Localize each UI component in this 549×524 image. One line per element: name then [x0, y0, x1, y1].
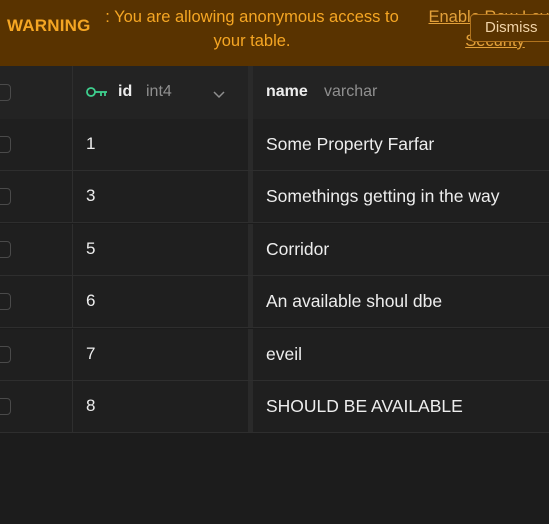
cell-id-value: 5: [86, 239, 96, 258]
cell-id-value: 8: [86, 396, 96, 415]
cell-id[interactable]: 6: [73, 276, 249, 327]
cell-id[interactable]: 5: [73, 224, 249, 275]
chevron-down-icon[interactable]: [213, 86, 225, 104]
cell-name[interactable]: Corridor: [253, 224, 549, 275]
cell-name[interactable]: SHOULD BE AVAILABLE: [253, 381, 549, 432]
cell-id-value: 1: [86, 134, 96, 153]
column-name-id: id: [118, 83, 133, 100]
table-row[interactable]: 7 eveil: [0, 329, 549, 381]
row-select-cell: [0, 329, 73, 380]
cell-name-value: eveil: [266, 344, 302, 364]
row-checkbox[interactable]: [0, 346, 11, 363]
row-select-cell: [0, 381, 73, 432]
table-row[interactable]: 8 SHOULD BE AVAILABLE: [0, 381, 549, 433]
table-row[interactable]: 1 Some Property Farfar: [0, 119, 549, 171]
cell-id-value: 7: [86, 344, 96, 363]
cell-id-value: 3: [86, 186, 96, 205]
cell-name[interactable]: eveil: [253, 329, 549, 380]
row-select-cell: [0, 224, 73, 275]
row-checkbox[interactable]: [0, 398, 11, 415]
column-type-name: varchar: [324, 83, 378, 100]
primary-key-icon: [86, 85, 108, 103]
select-all-checkbox[interactable]: [0, 84, 11, 101]
cell-name[interactable]: An available shoul dbe: [253, 276, 549, 327]
cell-name-value: Some Property Farfar: [266, 134, 435, 154]
cell-name-value: Corridor: [266, 239, 330, 259]
column-name-name: name: [266, 83, 308, 100]
row-select-cell: [0, 119, 73, 170]
row-checkbox[interactable]: [0, 136, 11, 153]
row-select-cell: [0, 171, 73, 222]
table-row[interactable]: 5 Corridor: [0, 224, 549, 276]
cell-name-value: An available shoul dbe: [266, 291, 443, 311]
warning-banner: WARNING : You are allowing anonymous acc…: [0, 0, 549, 66]
column-header-id[interactable]: id int4: [73, 66, 249, 119]
cell-id[interactable]: 1: [73, 119, 249, 170]
row-checkbox[interactable]: [0, 188, 11, 205]
row-checkbox[interactable]: [0, 293, 11, 310]
row-checkbox[interactable]: [0, 241, 11, 258]
grid-header: id int4 name varchar: [0, 66, 549, 120]
cell-id[interactable]: 3: [73, 171, 249, 222]
table-row[interactable]: 6 An available shoul dbe: [0, 276, 549, 328]
row-select-cell: [0, 276, 73, 327]
cell-name-value: Somethings getting in the way: [266, 186, 500, 206]
dismiss-button[interactable]: Dismiss: [470, 14, 549, 42]
cell-id-value: 6: [86, 291, 96, 310]
warning-label: WARNING: [7, 16, 91, 35]
table-row[interactable]: 3 Somethings getting in the way: [0, 171, 549, 223]
cell-name-value: SHOULD BE AVAILABLE: [266, 396, 463, 416]
cell-id[interactable]: 8: [73, 381, 249, 432]
cell-name[interactable]: Somethings getting in the way: [253, 171, 549, 222]
cell-name[interactable]: Some Property Farfar: [253, 119, 549, 170]
warning-message: : You are allowing anonymous access to y…: [105, 8, 399, 50]
column-header-name[interactable]: name varchar: [253, 66, 549, 119]
cell-id[interactable]: 7: [73, 329, 249, 380]
select-all-cell: [0, 66, 73, 119]
column-type-id: int4: [146, 83, 172, 100]
